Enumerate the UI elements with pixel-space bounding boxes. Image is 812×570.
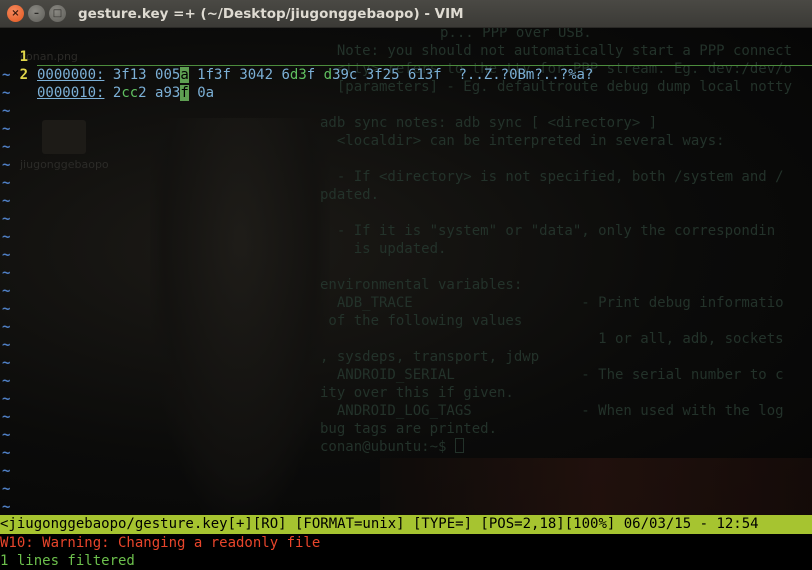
buffer-line-current[interactable]: 2 0000010: 2cc2 a93f 0a: [0, 48, 812, 101]
hex-address: 0000010:: [37, 85, 105, 101]
tilde-marker: ~: [2, 67, 11, 83]
hex-bytes: 0a: [188, 85, 215, 101]
tilde-marker: ~: [2, 373, 11, 389]
tilde-marker: ~: [2, 247, 11, 263]
hex-highlight: d3: [289, 67, 307, 83]
text-cursor: f: [180, 85, 189, 101]
hex-highlight: d: [323, 67, 333, 83]
hex-bytes: 3f13 005: [112, 67, 181, 83]
tilde-marker: ~: [2, 175, 11, 191]
line-content: 0000010: 2cc2 a93f 0a: [37, 84, 214, 102]
tilde-marker: ~: [2, 355, 11, 371]
vim-buffer[interactable]: 1 0000000: 3f13 005a 1f3f 3042 6d3f d39c…: [0, 28, 812, 533]
tilde-marker: ~: [2, 211, 11, 227]
tilde-marker: ~: [2, 121, 11, 137]
text-cursor: a: [180, 67, 189, 83]
tilde-marker: ~: [2, 193, 11, 209]
tilde-marker: ~: [2, 445, 11, 461]
tilde-marker: ~: [2, 157, 11, 173]
hex-bytes: 39c 3f25 613f: [332, 67, 442, 83]
maximize-button[interactable]: □: [49, 5, 66, 22]
tilde-marker: ~: [2, 103, 11, 119]
tilde-marker: ~: [2, 409, 11, 425]
tilde-marker: ~: [2, 499, 11, 515]
tilde-marker: ~: [2, 283, 11, 299]
vim-statusline: <jiugonggebaopo/gesture.key[+][RO] [FORM…: [0, 515, 812, 534]
command-message: 1 lines filtered: [0, 553, 135, 569]
tilde-marker: ~: [2, 319, 11, 335]
line-content: 0000000: 3f13 005a 1f3f 3042 6d3f d39c 3…: [37, 66, 593, 84]
hex-bytes: 2 a93: [138, 85, 181, 101]
cursorline-underline: [37, 65, 812, 66]
window-controls: × – □: [7, 5, 66, 22]
ascii-column: ?..Z.?0Bm?..?%a?: [441, 67, 594, 83]
warning-message: W10: Warning: Changing a readonly file: [0, 535, 321, 551]
tilde-marker: ~: [2, 139, 11, 155]
buffer-line[interactable]: 1 0000000: 3f13 005a 1f3f 3042 6d3f d39c…: [0, 30, 812, 83]
tilde-marker: ~: [2, 427, 11, 443]
hex-bytes: 1f3f 3042 6: [188, 67, 290, 83]
close-button[interactable]: ×: [7, 5, 24, 22]
tilde-marker: ~: [2, 265, 11, 281]
tilde-marker: ~: [2, 463, 11, 479]
tilde-marker: ~: [2, 229, 11, 245]
window-title: gesture.key =+ (~/Desktop/jiugonggebaopo…: [78, 5, 464, 22]
hex-highlight: cc: [121, 85, 139, 101]
tilde-marker: ~: [2, 85, 11, 101]
tilde-marker: ~: [2, 337, 11, 353]
tilde-marker: ~: [2, 301, 11, 317]
tilde-marker: ~: [2, 391, 11, 407]
tilde-marker: ~: [2, 481, 11, 497]
minimize-button[interactable]: –: [28, 5, 45, 22]
hex-bytes: f: [306, 67, 324, 83]
hex-address: 0000000:: [37, 67, 105, 83]
window-titlebar[interactable]: × – □ gesture.key =+ (~/Desktop/jiugongg…: [0, 0, 812, 28]
